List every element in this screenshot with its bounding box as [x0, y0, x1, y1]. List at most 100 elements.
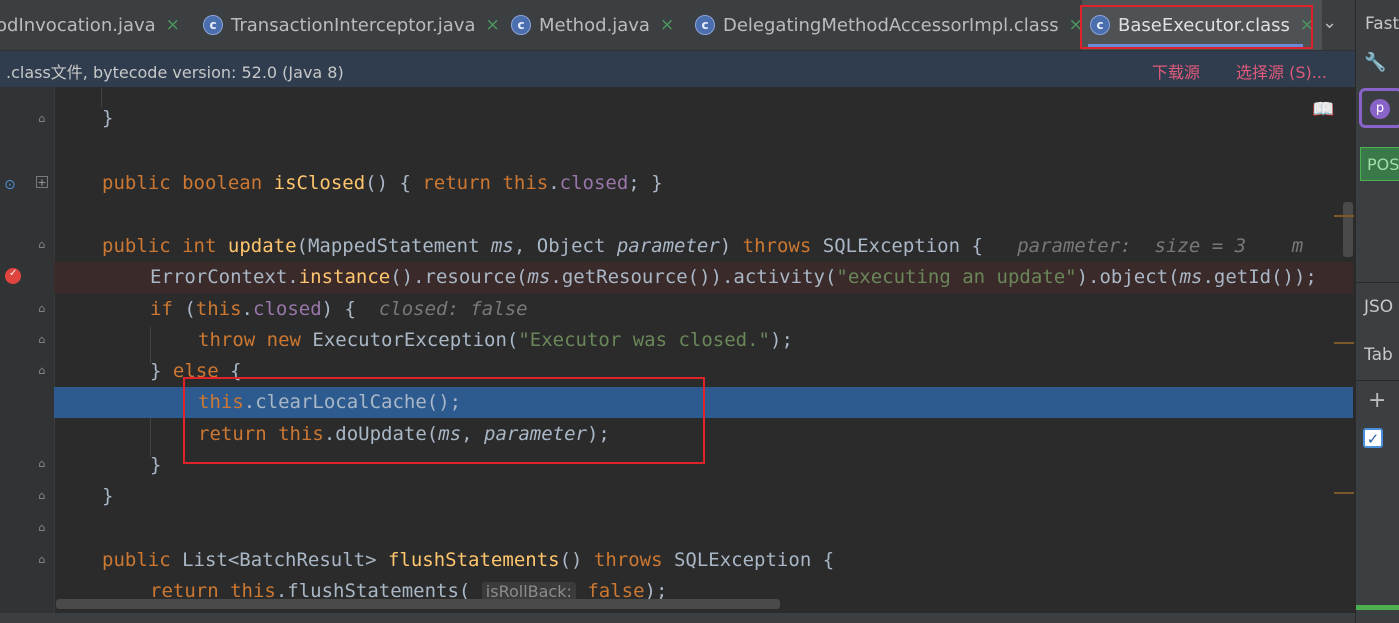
- tab-invocation[interactable]: odInvocation.java ×: [0, 0, 180, 50]
- keyword: boolean: [182, 172, 263, 194]
- keyword: this: [195, 298, 242, 320]
- scroll-marker: [1334, 215, 1354, 217]
- code-line: }: [102, 481, 1355, 512]
- code-text: ExecutorException(: [300, 329, 519, 351]
- keyword: public: [102, 235, 171, 257]
- string-literal: "Executor was closed.": [518, 329, 770, 351]
- code-text: (: [172, 298, 196, 320]
- code-text: .getResource()).activity(: [550, 266, 837, 288]
- code-text: );: [770, 329, 793, 351]
- code-text: SQLException {: [811, 235, 983, 257]
- method-name: instance: [298, 266, 391, 288]
- table-tab[interactable]: Tab: [1364, 345, 1393, 365]
- tab-label: Method.java: [539, 14, 650, 36]
- parameter-name: ms: [1179, 266, 1203, 288]
- keyword: new: [266, 329, 301, 351]
- right-tool-panel: Fast 🔧 p POS JSO Tab + ✓: [1355, 0, 1399, 623]
- code-text: ; }: [628, 172, 663, 194]
- fold-icon[interactable]: ⌂: [36, 364, 48, 378]
- close-icon[interactable]: ×: [660, 15, 674, 35]
- keyword: throws: [742, 235, 812, 257]
- download-source-link[interactable]: 下载源: [1152, 59, 1200, 83]
- keyword: this: [502, 172, 549, 194]
- scroll-marker: [1334, 342, 1354, 344]
- chevron-down-icon[interactable]: ⌄: [1322, 12, 1337, 33]
- code-line: }: [102, 103, 1355, 134]
- fold-icon[interactable]: ⌂: [36, 112, 48, 126]
- field-name: closed: [559, 172, 629, 194]
- fold-icon[interactable]: ⌂: [36, 553, 48, 567]
- fold-icon[interactable]: ⌂: [36, 489, 48, 503]
- code-text: }: [102, 107, 114, 129]
- http-method-post[interactable]: POS: [1360, 147, 1399, 181]
- keyword: int: [182, 235, 217, 257]
- code-editor[interactable]: ⌂ + ⌂ ⌂ ⌂ ⌂ ⌂ ⌂ ⌂ ⌂ ⊙ ✓ 📖 } public boole…: [0, 87, 1355, 613]
- code-text: }: [150, 454, 162, 476]
- tab-method[interactable]: c Method.java ×: [511, 0, 674, 50]
- fold-icon[interactable]: ⌂: [36, 302, 48, 316]
- override-marker-icon[interactable]: ⊙: [4, 177, 16, 193]
- method-name: flushStatements: [387, 549, 560, 571]
- fold-icon[interactable]: ⌂: [36, 238, 48, 252]
- choose-source-link[interactable]: 选择源 (S)...: [1236, 59, 1327, 83]
- horizontal-scrollbar[interactable]: [56, 599, 780, 609]
- code-text: }: [150, 360, 173, 382]
- wrench-icon[interactable]: 🔧: [1364, 52, 1386, 73]
- code-text: ErrorContext.: [150, 266, 299, 288]
- code-text: () {: [365, 172, 423, 194]
- divider: [1356, 282, 1399, 283]
- code-text: ): [719, 235, 743, 257]
- vertical-scrollbar[interactable]: [1343, 202, 1353, 257]
- code-text: ) {: [321, 298, 356, 320]
- tab-label: odInvocation.java: [0, 14, 156, 36]
- checkbox[interactable]: ✓: [1363, 428, 1383, 448]
- keyword: throw: [198, 329, 256, 351]
- class-icon: c: [203, 15, 223, 35]
- parameter-name: parameter: [616, 235, 720, 257]
- scroll-marker: [1334, 492, 1354, 494]
- fast-request-tab[interactable]: Fast: [1365, 14, 1399, 34]
- fold-icon[interactable]: ⌂: [36, 521, 48, 535]
- keyword: if: [150, 298, 173, 320]
- fold-icon[interactable]: ⌂: [36, 457, 48, 471]
- fold-icon[interactable]: ⌂: [36, 333, 48, 347]
- string-literal: "executing an update": [836, 266, 1077, 288]
- method-name: isClosed: [273, 172, 366, 194]
- bytecode-info-text: .class文件, bytecode version: 52.0 (Java 8…: [6, 63, 344, 82]
- tab-label: TransactionInterceptor.java: [231, 14, 476, 36]
- plugin-icon: p: [1370, 99, 1390, 119]
- close-icon[interactable]: ×: [485, 15, 499, 35]
- annotation-highlight-box: [183, 377, 705, 464]
- code-text: ).object(: [1076, 266, 1180, 288]
- code-text: SQLException {: [662, 549, 835, 571]
- status-bar: [0, 613, 1355, 623]
- method-name: update: [227, 235, 297, 257]
- code-text: .getId());: [1202, 266, 1317, 288]
- add-icon[interactable]: +: [1368, 388, 1386, 413]
- plugin-button[interactable]: p: [1359, 88, 1399, 128]
- keyword: public: [102, 172, 171, 194]
- code-text: ().resource(: [390, 266, 528, 288]
- parameter-name: ms: [527, 266, 551, 288]
- tab-delegating-method-accessor[interactable]: c DelegatingMethodAccessorImpl.class ×: [695, 0, 1083, 50]
- divider: [1356, 380, 1399, 381]
- debug-value-hint: closed: false: [378, 298, 528, 320]
- field-name: closed: [253, 298, 322, 320]
- code-text: , Object: [513, 235, 617, 257]
- tab-label: DelegatingMethodAccessorImpl.class: [723, 14, 1059, 36]
- breakpoint-code-line: ErrorContext.instance().resource(ms.getR…: [54, 262, 1353, 293]
- code-line: public int update(MappedStatement ms, Ob…: [102, 231, 1355, 262]
- code-text: (): [559, 549, 594, 571]
- keyword: return: [422, 172, 491, 194]
- code-line: throw new ExecutorException("Executor wa…: [198, 325, 1355, 356]
- code-line: public boolean isClosed() { return this.…: [102, 172, 663, 194]
- close-icon[interactable]: ×: [166, 15, 180, 35]
- class-icon: c: [695, 15, 715, 35]
- code-text: List<BatchResult>: [170, 549, 388, 571]
- keyword: throws: [593, 549, 663, 571]
- tab-transaction-interceptor[interactable]: c TransactionInterceptor.java ×: [203, 0, 500, 50]
- parameter-name: ms: [490, 235, 514, 257]
- expand-icon[interactable]: +: [36, 176, 48, 188]
- code-line: if (this.closed) { closed: false: [150, 298, 528, 320]
- json-tab[interactable]: JSO: [1364, 297, 1393, 317]
